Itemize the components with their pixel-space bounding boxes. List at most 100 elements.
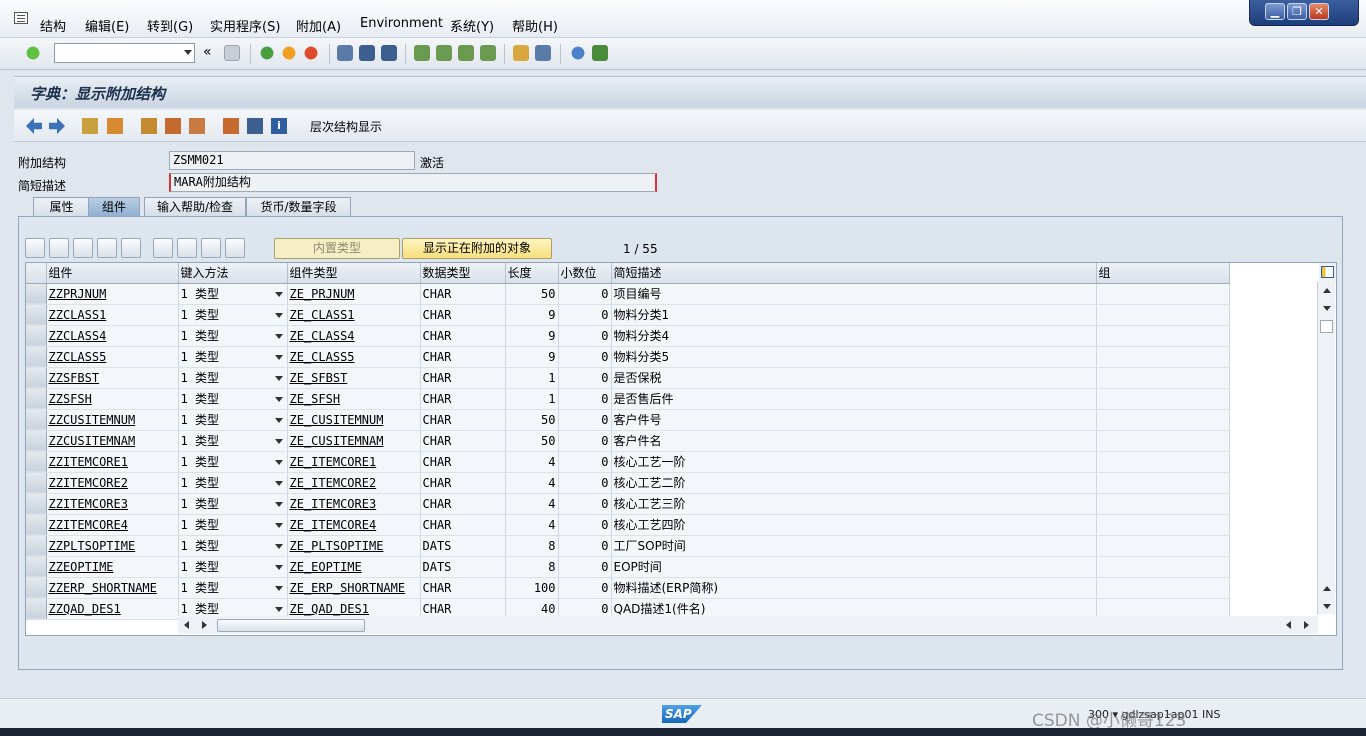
- activate-icon[interactable]: [165, 118, 181, 134]
- component-cell[interactable]: ZZERP_SHORTNAME: [46, 577, 179, 599]
- component-type-cell-text[interactable]: ZE_SFBST: [290, 371, 348, 385]
- row-selector[interactable]: [26, 514, 47, 536]
- hierarchy-icon[interactable]: [223, 118, 239, 134]
- scroll-down-icon[interactable]: [1323, 306, 1331, 311]
- component-cell[interactable]: ZZQAD_DES1: [46, 598, 179, 620]
- table-row[interactable]: ZZCUSITEMNAM 1 类型 ZE_CUSITEMNAM CHAR 50 0 客户件名: [26, 430, 1230, 452]
- component-cell-text[interactable]: ZZCUSITEMNAM: [49, 434, 136, 448]
- column-header[interactable]: 小数位: [558, 263, 612, 284]
- row-selector[interactable]: [26, 493, 47, 515]
- row-selector[interactable]: [26, 598, 47, 620]
- component-cell[interactable]: ZZPLTSOPTIME: [46, 535, 179, 557]
- component-type-cell-text[interactable]: ZE_CUSITEMNUM: [290, 413, 384, 427]
- row-selector[interactable]: [26, 535, 47, 557]
- minimize-button[interactable]: ▁: [1265, 3, 1285, 20]
- component-type-cell-text[interactable]: ZE_CLASS4: [290, 329, 355, 343]
- last-page-icon[interactable]: [480, 45, 496, 61]
- typing-method-cell[interactable]: 1 类型: [178, 514, 288, 536]
- component-type-cell[interactable]: ZE_CUSITEMNUM: [287, 409, 421, 431]
- short-description-field[interactable]: MARA附加结构: [169, 173, 657, 192]
- delete-row-icon[interactable]: [121, 238, 141, 258]
- scroll-left-icon[interactable]: [1286, 621, 1291, 629]
- row-selector[interactable]: [26, 409, 47, 431]
- component-cell[interactable]: ZZCLASS1: [46, 304, 179, 326]
- vertical-scrollbar[interactable]: [1317, 282, 1335, 614]
- component-type-cell[interactable]: ZE_ITEMCORE1: [287, 451, 421, 473]
- component-cell[interactable]: ZZCLASS5: [46, 346, 179, 368]
- component-cell[interactable]: ZZITEMCORE1: [46, 451, 179, 473]
- typing-method-cell[interactable]: 1 类型: [178, 577, 288, 599]
- component-cell-text[interactable]: ZZCLASS1: [49, 308, 107, 322]
- enter-icon[interactable]: [25, 45, 41, 61]
- component-cell[interactable]: ZZCLASS4: [46, 325, 179, 347]
- component-cell[interactable]: ZZPRJNUM: [46, 283, 179, 305]
- append-structure-field[interactable]: ZSMM021: [169, 151, 415, 170]
- component-cell[interactable]: ZZSFSH: [46, 388, 179, 410]
- table-row[interactable]: ZZCLASS5 1 类型 ZE_CLASS5 CHAR 9 0 物料分类5: [26, 346, 1230, 368]
- typing-method-cell[interactable]: 1 类型: [178, 367, 288, 389]
- typing-method-cell[interactable]: 1 类型: [178, 493, 288, 515]
- component-cell-text[interactable]: ZZITEMCORE4: [49, 518, 128, 532]
- component-cell[interactable]: ZZITEMCORE4: [46, 514, 179, 536]
- row-selector[interactable]: [26, 556, 47, 578]
- table-row[interactable]: ZZCUSITEMNUM 1 类型 ZE_CUSITEMNUM CHAR 50 0 客户件号: [26, 409, 1230, 431]
- back-icon[interactable]: [259, 45, 275, 61]
- scroll-left-icon[interactable]: [184, 621, 189, 629]
- layout-menu-icon[interactable]: [592, 45, 608, 61]
- info-icon[interactable]: i: [271, 118, 287, 134]
- component-cell[interactable]: ZZITEMCORE2: [46, 472, 179, 494]
- component-cell-text[interactable]: ZZPRJNUM: [49, 287, 107, 301]
- command-field[interactable]: [54, 43, 195, 63]
- component-cell-text[interactable]: ZZQAD_DES1: [49, 602, 121, 616]
- row-selector[interactable]: [26, 388, 47, 410]
- menu-item[interactable]: 实用程序(S): [210, 16, 280, 35]
- component-cell-text[interactable]: ZZSFBST: [49, 371, 100, 385]
- component-cell-text[interactable]: ZZITEMCORE1: [49, 455, 128, 469]
- scroll-thumb[interactable]: [217, 619, 365, 632]
- component-cell-text[interactable]: ZZCUSITEMNUM: [49, 413, 136, 427]
- component-cell-text[interactable]: ZZSFSH: [49, 392, 92, 406]
- component-cell-text[interactable]: ZZITEMCORE3: [49, 497, 128, 511]
- component-type-cell-text[interactable]: ZE_EOPTIME: [290, 560, 362, 574]
- tab-components[interactable]: 组件: [88, 197, 140, 216]
- technical-settings-icon[interactable]: [247, 118, 263, 134]
- component-type-cell[interactable]: ZE_ERP_SHORTNAME: [287, 577, 421, 599]
- menu-item[interactable]: 结构: [40, 16, 66, 35]
- builtin-type-button[interactable]: 内置类型: [274, 238, 400, 259]
- scroll-bottom-icon[interactable]: [153, 238, 173, 258]
- column-header[interactable]: 组: [1096, 263, 1230, 284]
- close-button[interactable]: ✕: [1309, 3, 1329, 20]
- component-type-cell[interactable]: ZE_CLASS5: [287, 346, 421, 368]
- component-type-cell[interactable]: ZE_SFBST: [287, 367, 421, 389]
- row-selector[interactable]: [26, 472, 47, 494]
- typing-method-cell[interactable]: 1 类型: [178, 346, 288, 368]
- typing-method-cell[interactable]: 1 类型: [178, 451, 288, 473]
- component-type-cell-text[interactable]: ZE_ITEMCORE2: [290, 476, 377, 490]
- component-type-cell[interactable]: ZE_PRJNUM: [287, 283, 421, 305]
- scroll-right-icon[interactable]: [1304, 621, 1309, 629]
- component-type-cell-text[interactable]: ZE_ITEMCORE3: [290, 497, 377, 511]
- component-type-cell-text[interactable]: ZE_PLTSOPTIME: [290, 539, 384, 553]
- print-icon[interactable]: [337, 45, 353, 61]
- menu-item[interactable]: 帮助(H): [512, 16, 558, 35]
- component-type-cell-text[interactable]: ZE_ITEMCORE1: [290, 455, 377, 469]
- table-row[interactable]: ZZSFBST 1 类型 ZE_SFBST CHAR 1 0 是否保税: [26, 367, 1230, 389]
- table-row[interactable]: ZZPLTSOPTIME 1 类型 ZE_PLTSOPTIME DATS 8 0 工厂SOP…: [26, 535, 1230, 557]
- insert-row-icon[interactable]: [97, 238, 117, 258]
- next-page-icon[interactable]: [458, 45, 474, 61]
- typing-method-cell[interactable]: 1 类型: [178, 409, 288, 431]
- paste-icon[interactable]: [73, 238, 93, 258]
- menu-icon[interactable]: [14, 12, 28, 24]
- scroll-thumb[interactable]: [1320, 320, 1333, 333]
- scroll-down-icon[interactable]: [1323, 604, 1331, 609]
- save-icon[interactable]: [224, 45, 240, 61]
- display-change-icon[interactable]: [82, 118, 98, 134]
- scroll-up-icon[interactable]: [1323, 288, 1331, 293]
- row-selector[interactable]: [26, 283, 47, 305]
- table-row[interactable]: ZZITEMCORE3 1 类型 ZE_ITEMCORE3 CHAR 4 0 核心工艺三阶: [26, 493, 1230, 515]
- arrow-forward-icon[interactable]: [49, 118, 65, 134]
- row-selector[interactable]: [26, 304, 47, 326]
- previous-page-icon[interactable]: [436, 45, 452, 61]
- menu-item[interactable]: 附加(A): [296, 16, 341, 35]
- typing-method-cell[interactable]: 1 类型: [178, 388, 288, 410]
